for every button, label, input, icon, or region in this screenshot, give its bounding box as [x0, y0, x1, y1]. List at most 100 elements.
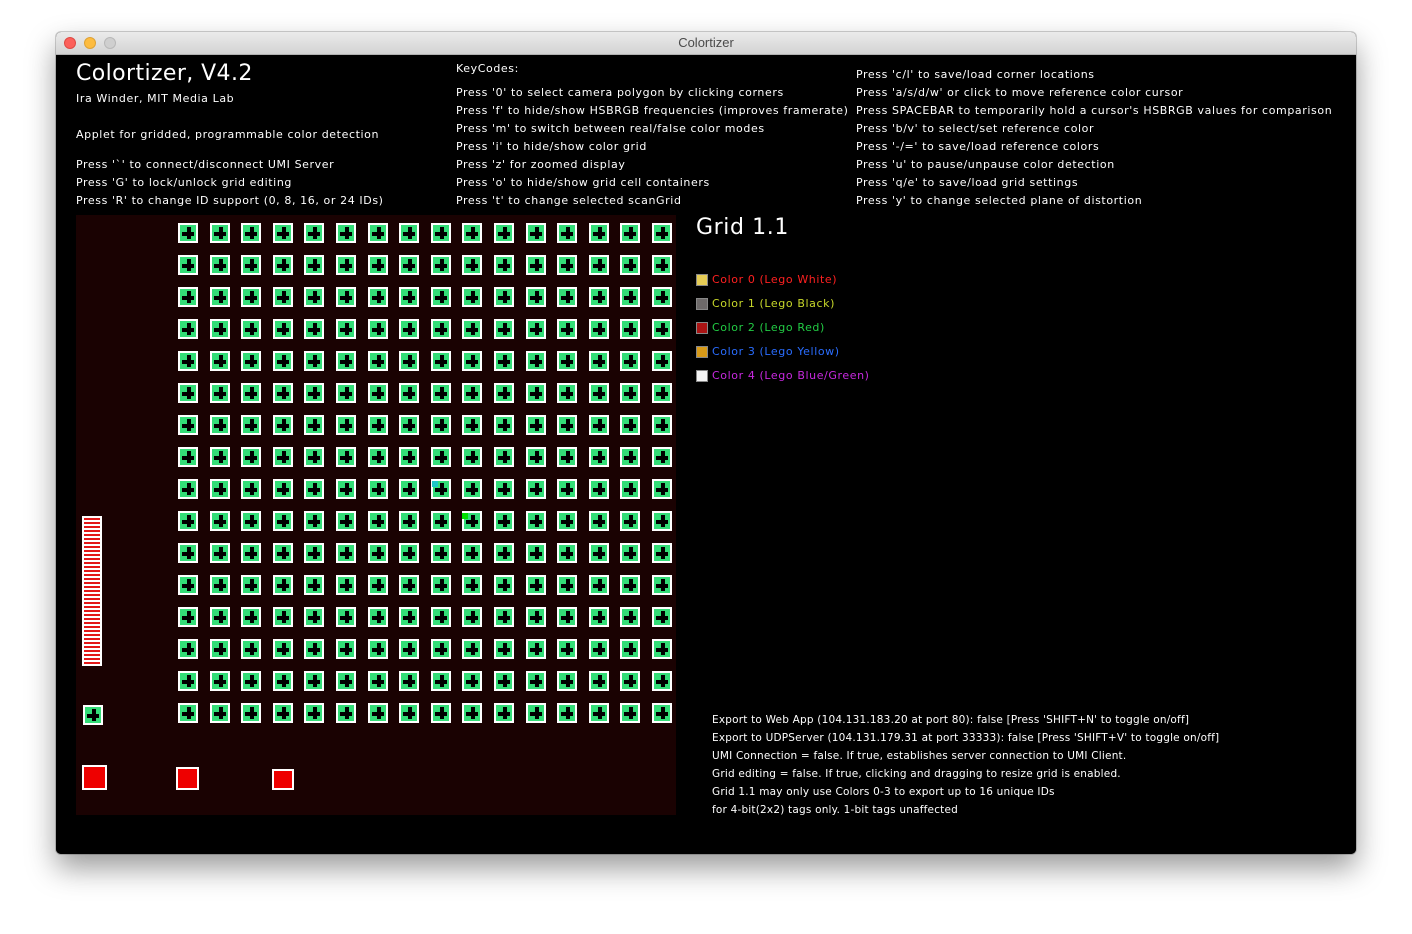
grid-cell[interactable] [272, 447, 293, 467]
grid-cell[interactable] [588, 287, 609, 307]
grid-cell[interactable] [557, 223, 578, 243]
grid-cell[interactable] [178, 575, 198, 595]
grid-cell[interactable] [399, 575, 420, 595]
grid-cell[interactable] [367, 479, 388, 499]
grid-cell[interactable] [652, 543, 672, 563]
grid-cell[interactable] [494, 447, 514, 467]
grid-cell[interactable] [652, 671, 672, 691]
grid-cell[interactable] [367, 223, 388, 243]
grid-cell[interactable] [367, 319, 388, 339]
color-0-swatch[interactable] [696, 274, 708, 286]
grid-cell[interactable] [462, 671, 483, 691]
grid-cell[interactable] [178, 447, 198, 467]
grid-cell[interactable] [430, 319, 451, 339]
grid-cell[interactable] [178, 511, 198, 531]
grid-cell[interactable] [241, 607, 262, 627]
grid-cell[interactable] [304, 479, 325, 499]
grid-cell[interactable] [304, 223, 325, 243]
grid-cell[interactable] [462, 255, 483, 275]
grid-cell[interactable] [209, 223, 230, 243]
grid-cell[interactable] [494, 703, 514, 723]
grid-cell[interactable] [620, 415, 641, 435]
reference-cursor-marker[interactable] [432, 481, 438, 487]
grid-cell[interactable] [241, 351, 262, 371]
grid-cell[interactable] [620, 255, 641, 275]
grid-cell[interactable] [272, 255, 293, 275]
grid-cell[interactable] [620, 639, 641, 659]
grid-cell[interactable] [557, 607, 578, 627]
grid-cell[interactable] [336, 223, 356, 243]
grid-cell[interactable] [241, 511, 262, 531]
grid-cell[interactable] [399, 223, 420, 243]
grid-cell[interactable] [209, 511, 230, 531]
grid-cell[interactable] [336, 415, 356, 435]
grid-cell[interactable] [430, 607, 451, 627]
grid-cell[interactable] [336, 511, 356, 531]
grid-cell[interactable] [652, 639, 672, 659]
grid-cell[interactable] [494, 543, 514, 563]
grid-cell[interactable] [178, 639, 198, 659]
grid-cell[interactable] [430, 351, 451, 371]
grid-cell[interactable] [652, 287, 672, 307]
grid-cell[interactable] [399, 703, 420, 723]
grid-cell[interactable] [367, 607, 388, 627]
grid-cell[interactable] [430, 255, 451, 275]
grid-cell[interactable] [399, 287, 420, 307]
grid-cell[interactable] [494, 255, 514, 275]
grid-cell[interactable] [304, 511, 325, 531]
grid-cell[interactable] [462, 415, 483, 435]
grid-cell[interactable] [620, 607, 641, 627]
grid-cell[interactable] [272, 319, 293, 339]
grid-cell[interactable] [588, 543, 609, 563]
grid-cell[interactable] [209, 415, 230, 435]
grid-cell[interactable] [209, 255, 230, 275]
grid-cell[interactable] [399, 447, 420, 467]
grid-cell[interactable] [652, 255, 672, 275]
grid-cell[interactable] [399, 415, 420, 435]
grid-cell[interactable] [304, 575, 325, 595]
grid-cell[interactable] [241, 319, 262, 339]
grid-cell[interactable] [462, 639, 483, 659]
grid-cell[interactable] [336, 543, 356, 563]
reference-color-marker[interactable] [462, 513, 468, 519]
grid-cell[interactable] [336, 703, 356, 723]
grid-cell[interactable] [620, 543, 641, 563]
grid-cell[interactable] [178, 383, 198, 403]
grid-cell[interactable] [178, 351, 198, 371]
grid-cell[interactable] [462, 351, 483, 371]
grid-cell[interactable] [588, 575, 609, 595]
grid-cell[interactable] [620, 671, 641, 691]
grid-cell[interactable] [557, 383, 578, 403]
grid-cell[interactable] [557, 415, 578, 435]
grid-cell[interactable] [304, 639, 325, 659]
grid-cell[interactable] [272, 639, 293, 659]
color-1-swatch[interactable] [696, 298, 708, 310]
grid-cell[interactable] [652, 607, 672, 627]
grid-cell[interactable] [336, 319, 356, 339]
grid-cell[interactable] [399, 479, 420, 499]
grid-cell[interactable] [494, 671, 514, 691]
grid-cell[interactable] [178, 415, 198, 435]
grid-cell[interactable] [525, 639, 546, 659]
grid-cell[interactable] [304, 319, 325, 339]
grid-cell[interactable] [525, 351, 546, 371]
grid-cell[interactable] [209, 447, 230, 467]
grid-cell[interactable] [209, 639, 230, 659]
grid-cell[interactable] [272, 607, 293, 627]
grid-cell[interactable] [652, 511, 672, 531]
grid-cell[interactable] [399, 607, 420, 627]
grid-cell[interactable] [652, 479, 672, 499]
grid-cell[interactable] [620, 511, 641, 531]
grid-cell[interactable] [494, 415, 514, 435]
grid-cell[interactable] [272, 351, 293, 371]
grid-cell[interactable] [209, 287, 230, 307]
grid-cell[interactable] [304, 671, 325, 691]
grid-cell[interactable] [525, 543, 546, 563]
grid-cell[interactable] [557, 255, 578, 275]
grid-cell[interactable] [241, 223, 262, 243]
grid-cell[interactable] [620, 223, 641, 243]
grid-cell[interactable] [494, 639, 514, 659]
grid-cell[interactable] [557, 447, 578, 467]
grid-cell[interactable] [430, 415, 451, 435]
grid-cell[interactable] [272, 703, 293, 723]
